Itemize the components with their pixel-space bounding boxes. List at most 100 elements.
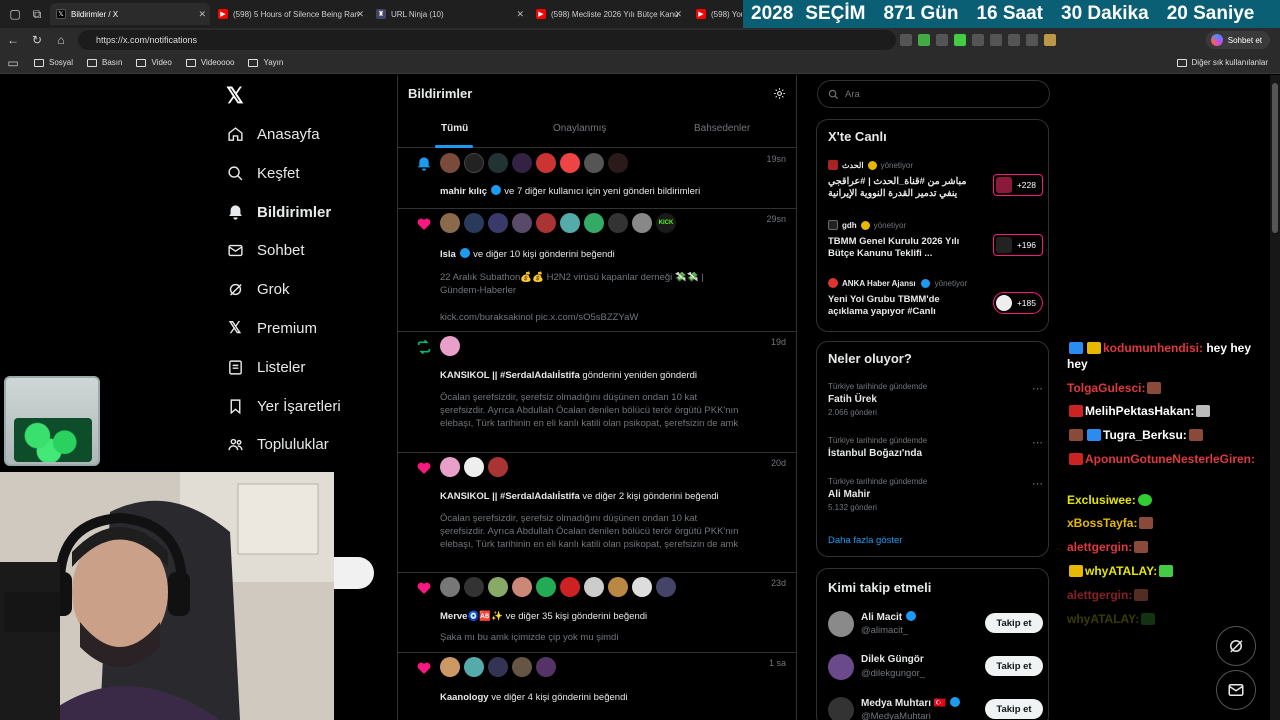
tab-youtube-3[interactable]: ▶ (598) You [690,3,742,25]
x-logo-icon[interactable]: 𝕏 [226,83,244,109]
url-input[interactable]: https://x.com/notifications [78,30,896,50]
avatar[interactable] [608,213,628,233]
avatar[interactable] [488,213,508,233]
avatar[interactable] [440,577,460,597]
avatar[interactable] [656,577,676,597]
avatar[interactable] [560,577,580,597]
tab-youtube-2[interactable]: ▶ (598) Mecliste 2026 Yılı Bütçe Kanu ✕ [530,3,686,25]
bookmark-folder[interactable]: Basın [87,58,122,67]
other-bookmarks[interactable]: Diğer sık kullanılanlar [1176,58,1268,67]
notification-item[interactable]: KICK 29sn Isla ve diğer 10 kişi gönderin… [398,209,796,332]
tab-notifications[interactable]: 𝕏 Bildirimler / X ✕ [50,3,210,25]
avatar[interactable] [512,153,532,173]
avatar[interactable] [440,457,460,477]
sidebar-item-explore[interactable]: Keşfet [226,161,300,185]
extension-icon[interactable] [900,34,912,46]
gear-icon[interactable] [773,87,786,100]
extension-icon[interactable] [1026,34,1038,46]
live-viewers-badge[interactable]: +228 [993,174,1043,196]
avatar[interactable] [632,213,652,233]
sidebar-item-bookmarks[interactable]: Yer İşaretleri [226,394,341,418]
notification-item[interactable]: 20d KANSIKOL || #SerdalAdalıİstifa ve di… [398,453,796,573]
bookmark-folder[interactable]: Sosyal [34,58,73,67]
home-icon[interactable]: ⌂ [50,29,72,51]
avatar[interactable] [632,577,652,597]
trend-item[interactable]: Türkiye tarihinde gündemde Ali Mahir 5.1… [828,477,1043,512]
follow-button[interactable]: Takip et [985,699,1043,719]
more-icon[interactable]: ⋯ [1032,477,1043,490]
extension-icon[interactable] [954,34,966,46]
sidebar-item-messages[interactable]: Sohbet [226,238,305,262]
avatar[interactable] [1044,34,1056,46]
grok-button[interactable] [1216,626,1256,666]
avatar[interactable] [584,213,604,233]
bookmark-folder[interactable]: Video [136,58,172,67]
avatar[interactable] [488,657,508,677]
sidebar-item-communities[interactable]: Topluluklar [226,432,329,456]
live-item[interactable]: ANKA Haber Ajansı yönetiyor Yeni Yol Grub… [828,278,1043,323]
avatar[interactable] [584,577,604,597]
avatar[interactable] [608,577,628,597]
avatar[interactable] [440,213,460,233]
avatar[interactable] [440,336,460,356]
tab-actions-icon[interactable]: ⧉ [26,3,48,25]
live-item[interactable]: الحدث yönetiyor مباشر من #قناة_الحدث | #ع… [828,160,1043,205]
reload-icon[interactable]: ↻ [26,29,48,51]
follow-button[interactable]: Takip et [985,613,1043,633]
account-popup-fragment[interactable] [334,557,374,589]
avatar[interactable] [828,697,854,720]
notification-item[interactable]: 19d KANSIKOL || #SerdalAdalıİstifa gönde… [398,332,796,453]
tab-youtube-1[interactable]: ▶ (598) 5 Hours of Silence Being Ran ✕ [212,3,368,25]
follow-suggestion[interactable]: Ali Macit @alimacit_ Takip et [828,611,1043,641]
extension-icon[interactable] [972,34,984,46]
close-icon[interactable]: ✕ [356,9,364,20]
follow-suggestion[interactable]: Dilek Güngör @dilekgungor_ Takip et [828,654,1043,684]
avatar[interactable] [440,153,460,173]
close-icon[interactable]: ✕ [674,9,682,20]
avatar[interactable] [512,577,532,597]
avatar[interactable] [536,153,556,173]
avatar[interactable] [464,213,484,233]
sohbet-button[interactable]: Sohbet et [1205,31,1270,49]
avatar[interactable] [512,657,532,677]
avatar[interactable] [536,213,556,233]
avatar[interactable] [488,577,508,597]
trend-item[interactable]: Türkiye tarihinde gündemde İstanbul Boğa… [828,436,1043,459]
avatar[interactable] [488,457,508,477]
extension-icon[interactable] [936,34,948,46]
avatar[interactable] [828,611,854,637]
sidebar-item-grok[interactable]: Grok [226,277,290,301]
trend-item[interactable]: Türkiye tarihinde gündemde Fatih Ürek 2.… [828,382,1043,417]
avatar[interactable] [464,577,484,597]
tab-url-ninja[interactable]: ♜ URL Ninja (10) ✕ [370,3,528,25]
sidebar-item-premium[interactable]: 𝕏 Premium [226,316,317,340]
avatar[interactable] [560,153,580,173]
avatar[interactable] [560,213,580,233]
extension-icon[interactable] [990,34,1002,46]
avatar[interactable] [608,153,628,173]
live-item[interactable]: gdh yönetiyor TBMM Genel Kurulu 2026 Yılı… [828,220,1043,265]
sidebar-item-home[interactable]: Anasayfa [226,122,320,146]
live-viewers-badge[interactable]: +196 [993,234,1043,256]
extension-icon[interactable] [918,34,930,46]
tab-verified[interactable]: Onaylanmış [553,123,606,134]
back-icon[interactable]: ← [2,29,24,51]
more-icon[interactable]: ⋯ [1032,436,1043,449]
bookmark-folder[interactable]: Videoooo [185,58,234,67]
avatar[interactable] [488,153,508,173]
messages-button[interactable] [1216,670,1256,710]
show-more-link[interactable]: Daha fazla göster [828,535,902,546]
avatar[interactable] [584,153,604,173]
close-icon[interactable]: ✕ [198,9,206,20]
avatar[interactable] [536,577,556,597]
extension-icon[interactable] [1008,34,1020,46]
tab-mentions[interactable]: Bahsedenler [694,123,750,134]
avatar[interactable] [464,657,484,677]
avatar[interactable] [464,457,484,477]
avatar[interactable] [512,213,532,233]
sidebar-toggle-icon[interactable]: ▭ [6,52,20,74]
notification-item[interactable]: 1 sa Kaanology ve diğer 4 kişi gönderini… [398,653,796,720]
more-icon[interactable]: ⋯ [1032,382,1043,395]
sidebar-item-notifications[interactable]: Bildirimler [226,200,331,224]
sidebar-item-lists[interactable]: Listeler [226,355,305,379]
